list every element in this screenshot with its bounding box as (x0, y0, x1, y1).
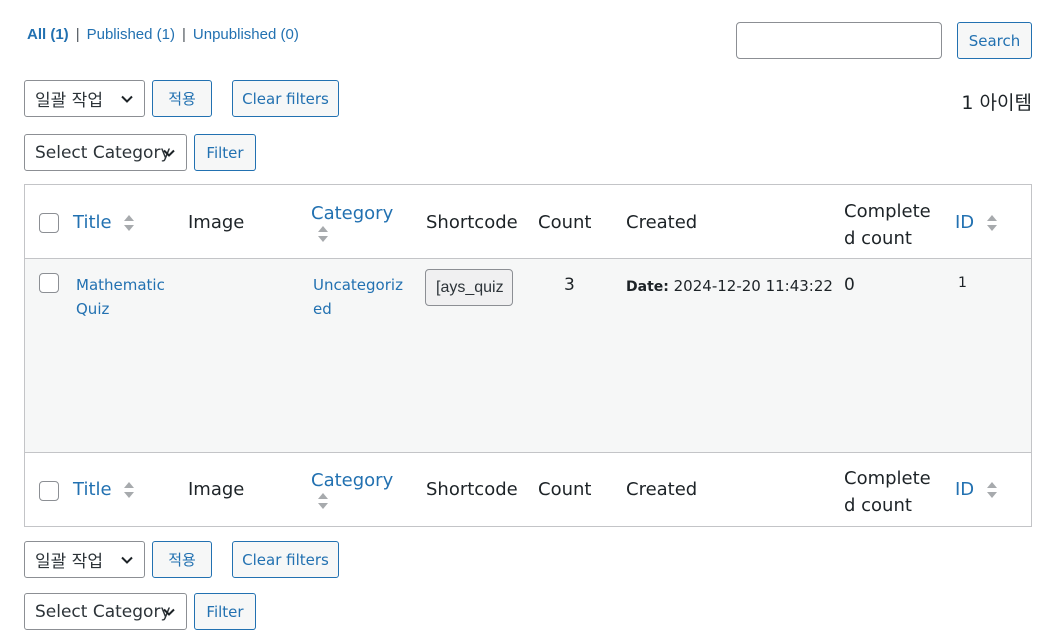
row-title-line2: Quiz (76, 300, 110, 318)
clear-filters-button-bottom[interactable]: Clear filters (232, 541, 339, 578)
column-id[interactable]: ID (955, 479, 998, 500)
filter-published-count: (1) (156, 26, 175, 43)
chevron-down-icon (121, 95, 133, 103)
sort-updown-icon (124, 482, 135, 498)
column-title-label: Title (73, 212, 112, 233)
row-title-link[interactable]: Mathematic Quiz (76, 273, 165, 321)
row-category-line1: Uncategoriz (313, 276, 403, 294)
select-all-checkbox[interactable] (39, 213, 59, 233)
filter-unpublished-label: Unpublished (192, 26, 277, 43)
row-created: Date: 2024-12-20 11:43:22 (626, 277, 833, 295)
table-row: Mathematic Quiz Uncategoriz ed [ays_quiz… (25, 259, 1031, 452)
filter-button-bottom[interactable]: Filter (194, 593, 256, 630)
filter-separator: | (182, 26, 186, 43)
column-title-label: Title (73, 479, 112, 500)
filter-unpublished-link[interactable]: Unpublished (0) (193, 26, 299, 43)
sort-updown-icon (318, 493, 328, 509)
category-select-bottom[interactable]: Select Category (24, 593, 187, 630)
column-shortcode: Shortcode (426, 212, 518, 233)
apply-button-bottom[interactable]: 적용 (152, 541, 212, 578)
filter-all-count: (1) (50, 26, 69, 43)
sort-updown-icon (986, 482, 997, 498)
bulk-action-selected: 일괄 작업 (35, 91, 103, 111)
column-completed-count: Complete d count (844, 198, 931, 252)
filter-published-link[interactable]: Published (1) (87, 26, 175, 43)
column-shortcode: Shortcode (426, 479, 518, 500)
table-header: Title Image Category Shortcode Count Cre… (25, 185, 1031, 259)
search-input[interactable] (736, 22, 942, 59)
column-id-label: ID (955, 479, 975, 500)
category-select-top[interactable]: Select Category (24, 134, 187, 171)
row-created-value: 2024-12-20 11:43:22 (673, 277, 833, 295)
column-count: Count (538, 212, 592, 233)
row-completed-count: 0 (844, 275, 855, 295)
row-count: 3 (564, 275, 575, 295)
column-id-label: ID (955, 212, 975, 233)
filter-published-label: Published (86, 26, 153, 43)
column-category-label: Category (311, 470, 394, 491)
filter-all-link[interactable]: All (1) (27, 26, 69, 43)
filter-separator: | (75, 26, 80, 43)
column-category[interactable]: Category (311, 203, 393, 249)
filter-unpublished-count: (0) (280, 26, 299, 43)
column-completed-line2: d count (844, 228, 912, 249)
table-footer: Title Image Category Shortcode Count Cre… (25, 452, 1031, 526)
bulk-action-select-bottom[interactable]: 일괄 작업 (24, 541, 145, 578)
sort-updown-icon (318, 226, 328, 242)
column-completed-line1: Complete (844, 201, 931, 222)
row-created-label: Date: (626, 279, 669, 295)
select-all-checkbox-footer[interactable] (39, 481, 59, 501)
column-image: Image (188, 212, 245, 233)
column-id[interactable]: ID (955, 212, 998, 233)
status-filter-links: All (1) | Published (1) | Unpublished (0… (27, 26, 299, 43)
apply-button-top[interactable]: 적용 (152, 80, 212, 117)
sort-updown-icon (986, 215, 997, 231)
column-created: Created (626, 479, 698, 500)
column-count: Count (538, 479, 592, 500)
filter-all-label: All (27, 26, 47, 43)
row-category-link[interactable]: Uncategoriz ed (313, 273, 403, 321)
chevron-down-icon (163, 149, 175, 157)
row-title-line1: Mathematic (76, 276, 165, 294)
sort-updown-icon (124, 215, 135, 231)
column-completed-count: Complete d count (844, 465, 931, 519)
filter-button-top[interactable]: Filter (194, 134, 256, 171)
search-button[interactable]: Search (957, 22, 1032, 59)
column-created: Created (626, 212, 698, 233)
column-title[interactable]: Title (73, 212, 135, 233)
bulk-action-select-top[interactable]: 일괄 작업 (24, 80, 145, 117)
bulk-action-selected: 일괄 작업 (35, 552, 103, 572)
items-count: 1 아이템 (961, 92, 1032, 114)
row-id: 1 (958, 275, 967, 291)
column-category[interactable]: Category (311, 470, 393, 516)
column-completed-line1: Complete (844, 468, 931, 489)
row-shortcode-field[interactable]: [ays_quiz (425, 269, 513, 306)
column-category-label: Category (311, 203, 394, 224)
category-selected: Select Category (35, 142, 171, 163)
chevron-down-icon (121, 556, 133, 564)
clear-filters-button-top[interactable]: Clear filters (232, 80, 339, 117)
row-checkbox[interactable] (39, 273, 59, 293)
category-selected: Select Category (35, 601, 171, 622)
column-title[interactable]: Title (73, 479, 135, 500)
column-completed-line2: d count (844, 495, 912, 516)
chevron-down-icon (163, 608, 175, 616)
column-image: Image (188, 479, 245, 500)
row-category-line2: ed (313, 300, 332, 318)
quizzes-table: Title Image Category Shortcode Count Cre… (24, 184, 1032, 527)
